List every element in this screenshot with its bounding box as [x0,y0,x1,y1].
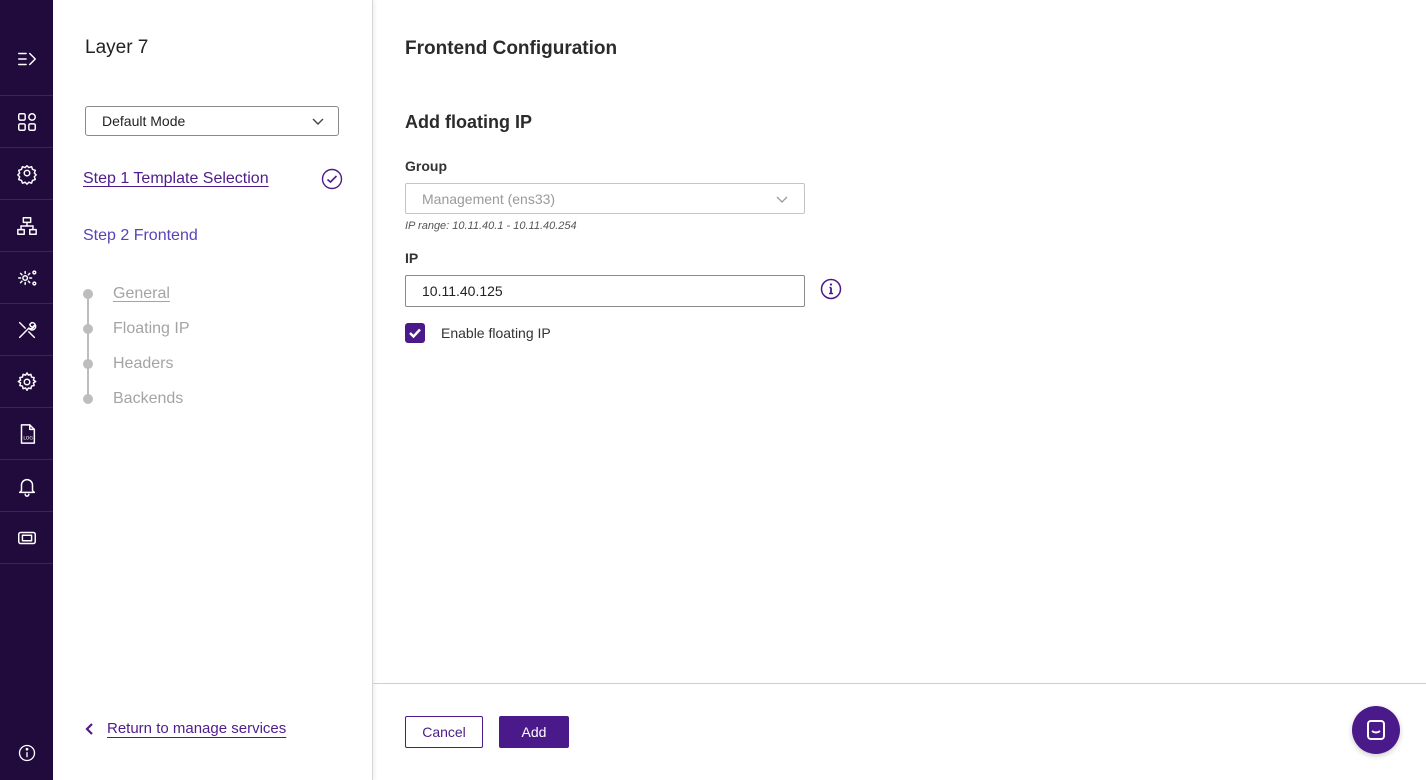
ticket-icon [17,531,36,544]
group-label: Group [405,158,447,174]
substep-dot [83,394,93,404]
mode-select-value: Default Mode [102,113,186,129]
ip-range-hint: IP range: 10.11.40.1 - 10.11.40.254 [405,220,577,232]
enable-floating-ip-label[interactable]: Enable floating IP [441,325,551,341]
location-gear-icon [16,164,37,185]
step-2-label: Step 2 Frontend [83,227,198,244]
logs-button[interactable]: LOG [0,408,53,460]
chat-icon [1367,720,1385,740]
enable-floating-ip-row[interactable]: Enable floating IP [405,323,551,343]
substep-dot [83,359,93,369]
section-title: Add floating IP [405,112,532,132]
substep-label[interactable]: General [113,285,170,303]
chevron-left-icon [85,722,93,735]
substep-label: Floating IP [113,320,190,337]
substep-label: Backends [113,390,184,407]
return-link-label[interactable]: Return to manage services [107,720,286,737]
chevron-down-icon [776,196,788,203]
checkmark-icon [409,328,421,339]
add-button[interactable]: Add [499,716,569,748]
ip-label: IP [405,250,419,266]
icon-rail: LOG [0,0,53,780]
wizard-steps-panel: Layer 7 Default Mode Step 1 Template Sel… [53,0,373,780]
substep-label: Headers [113,355,174,372]
enable-floating-ip-checkbox[interactable] [405,323,425,343]
substep-dot [83,324,93,334]
settings-button[interactable] [0,356,53,408]
expand-menu-icon [17,52,36,65]
return-link[interactable]: Return to manage services [83,720,286,737]
expand-menu-button[interactable] [0,22,53,96]
gear-icon [17,371,36,391]
ip-input[interactable] [405,275,805,307]
mode-select[interactable]: Default Mode [85,106,339,136]
alerts-button[interactable] [0,460,53,512]
bell-icon [18,478,35,497]
info-icon[interactable] [820,278,842,300]
system-settings-button[interactable] [0,252,53,304]
log-file-icon: LOG [20,423,35,444]
footer-divider [373,683,1426,684]
licenses-button[interactable] [0,512,53,564]
substep-connector [87,294,89,400]
step-1-link[interactable]: Step 1 Template Selection [83,170,269,188]
chat-button[interactable] [1352,706,1400,754]
services-button[interactable] [0,148,53,200]
network-icon [16,216,37,235]
group-select[interactable]: Management (ens33) [405,183,805,214]
network-button[interactable] [0,200,53,252]
svg-text:LOG: LOG [23,435,33,441]
substep-dot [83,289,93,299]
about-button[interactable] [0,733,53,773]
dashboard-button[interactable] [0,96,53,148]
dashboard-grid-icon [17,112,36,131]
page-title: Frontend Configuration [405,38,618,59]
tools-button[interactable] [0,304,53,356]
cancel-button[interactable]: Cancel [405,716,483,748]
panel-title: Layer 7 [85,37,149,58]
chevron-down-icon [312,118,324,125]
tools-icon [18,321,36,338]
group-select-value: Management (ens33) [422,190,556,207]
check-circle-icon [321,168,343,190]
info-icon [18,744,35,762]
main-content: Frontend Configuration Add floating IP G… [373,0,1426,780]
settings-network-icon [17,269,36,286]
